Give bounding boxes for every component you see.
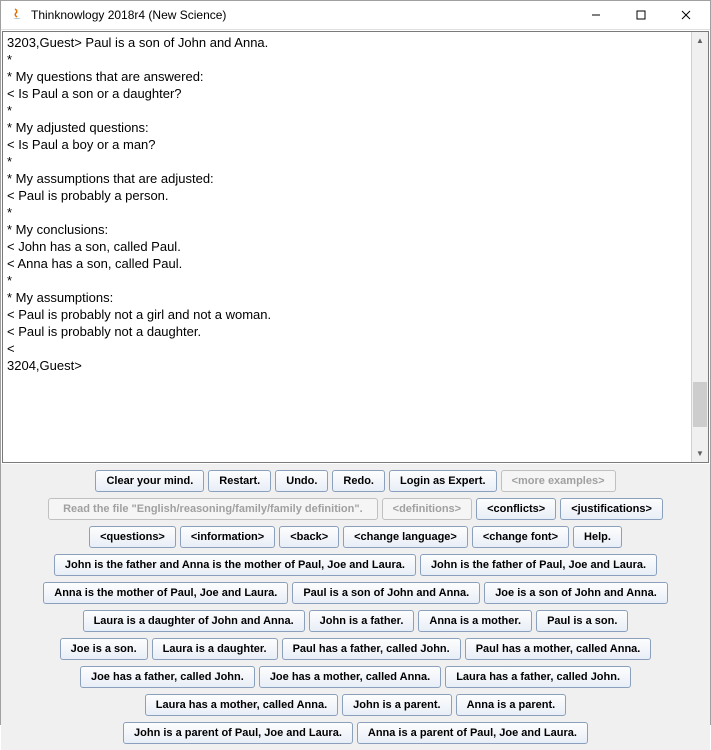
help-button[interactable]: Help. <box>573 526 622 548</box>
definitions-button: <definitions> <box>382 498 472 520</box>
back-button[interactable]: <back> <box>279 526 339 548</box>
toolbar-row-2: Read the file "English/reasoning/family/… <box>5 498 706 520</box>
scroll-down-button[interactable]: ▼ <box>692 445 708 462</box>
sentence-button[interactable]: Paul has a mother, called Anna. <box>465 638 652 660</box>
sentence-button[interactable]: Joe has a mother, called Anna. <box>259 666 441 688</box>
sentence-button[interactable]: John is a parent. <box>342 694 451 716</box>
sentence-button[interactable]: Anna is a parent of Paul, Joe and Laura. <box>357 722 588 744</box>
more-examples-button: <more examples> <box>501 470 616 492</box>
redo-button[interactable]: Redo. <box>332 470 385 492</box>
sentence-button[interactable]: Laura has a father, called John. <box>445 666 631 688</box>
sentence-button[interactable]: Joe has a father, called John. <box>80 666 255 688</box>
undo-button[interactable]: Undo. <box>275 470 328 492</box>
content-area: 3203,Guest> Paul is a son of John and An… <box>1 30 710 750</box>
conflicts-button[interactable]: <conflicts> <box>476 498 556 520</box>
close-button[interactable] <box>663 1 708 29</box>
sentence-button[interactable]: Anna is a parent. <box>456 694 567 716</box>
justifications-button[interactable]: <justifications> <box>560 498 663 520</box>
restart-button[interactable]: Restart. <box>208 470 271 492</box>
sentence-button[interactable]: Laura has a mother, called Anna. <box>145 694 338 716</box>
change-language-button[interactable]: <change language> <box>343 526 468 548</box>
sentence-row-7: Joe is a son. Laura is a daughter. Paul … <box>5 638 706 660</box>
titlebar: Thinknowlogy 2018r4 (New Science) <box>1 1 710 30</box>
change-font-button[interactable]: <change font> <box>472 526 569 548</box>
java-icon <box>9 7 25 23</box>
console-output[interactable]: 3203,Guest> Paul is a son of John and An… <box>3 32 691 462</box>
sentence-button[interactable]: John is the father of Paul, Joe and Laur… <box>420 554 657 576</box>
toolbar-row-3: <questions> <information> <back> <change… <box>5 526 706 548</box>
scroll-thumb[interactable] <box>693 382 707 427</box>
read-file-button: Read the file "English/reasoning/family/… <box>48 498 378 520</box>
sentence-button[interactable]: Anna is a mother. <box>418 610 532 632</box>
sentence-row-6: Laura is a daughter of John and Anna. Jo… <box>5 610 706 632</box>
sentence-button[interactable]: John is a father. <box>309 610 415 632</box>
vertical-scrollbar[interactable]: ▲ ▼ <box>691 32 708 462</box>
sentence-button[interactable]: Laura is a daughter. <box>152 638 278 660</box>
sentence-button[interactable]: Anna is the mother of Paul, Joe and Laur… <box>43 582 288 604</box>
sentence-button[interactable]: Laura is a daughter of John and Anna. <box>83 610 305 632</box>
window-title: Thinknowlogy 2018r4 (New Science) <box>31 8 573 22</box>
sentence-row-5: Anna is the mother of Paul, Joe and Laur… <box>5 582 706 604</box>
sentence-button[interactable]: John is the father and Anna is the mothe… <box>54 554 416 576</box>
sentence-button[interactable]: Paul is a son of John and Anna. <box>292 582 480 604</box>
login-expert-button[interactable]: Login as Expert. <box>389 470 497 492</box>
sentence-button[interactable]: John is a parent of Paul, Joe and Laura. <box>123 722 353 744</box>
sentence-button[interactable]: Paul is a son. <box>536 610 628 632</box>
app-window: Thinknowlogy 2018r4 (New Science) 3203,G… <box>0 0 711 725</box>
sentence-button[interactable]: Joe is a son. <box>60 638 148 660</box>
minimize-button[interactable] <box>573 1 618 29</box>
sentence-row-4: John is the father and Anna is the mothe… <box>5 554 706 576</box>
console-container: 3203,Guest> Paul is a son of John and An… <box>2 31 709 463</box>
maximize-button[interactable] <box>618 1 663 29</box>
button-panel: Clear your mind. Restart. Undo. Redo. Lo… <box>1 464 710 750</box>
sentence-button[interactable]: Paul has a father, called John. <box>282 638 461 660</box>
information-button[interactable]: <information> <box>180 526 275 548</box>
sentence-row-8: Joe has a father, called John. Joe has a… <box>5 666 706 688</box>
toolbar-row-1: Clear your mind. Restart. Undo. Redo. Lo… <box>5 470 706 492</box>
clear-mind-button[interactable]: Clear your mind. <box>95 470 204 492</box>
sentence-button[interactable]: Joe is a son of John and Anna. <box>484 582 668 604</box>
sentence-row-10: John is a parent of Paul, Joe and Laura.… <box>5 722 706 744</box>
sentence-row-9: Laura has a mother, called Anna. John is… <box>5 694 706 716</box>
questions-button[interactable]: <questions> <box>89 526 176 548</box>
scroll-up-button[interactable]: ▲ <box>692 32 708 49</box>
